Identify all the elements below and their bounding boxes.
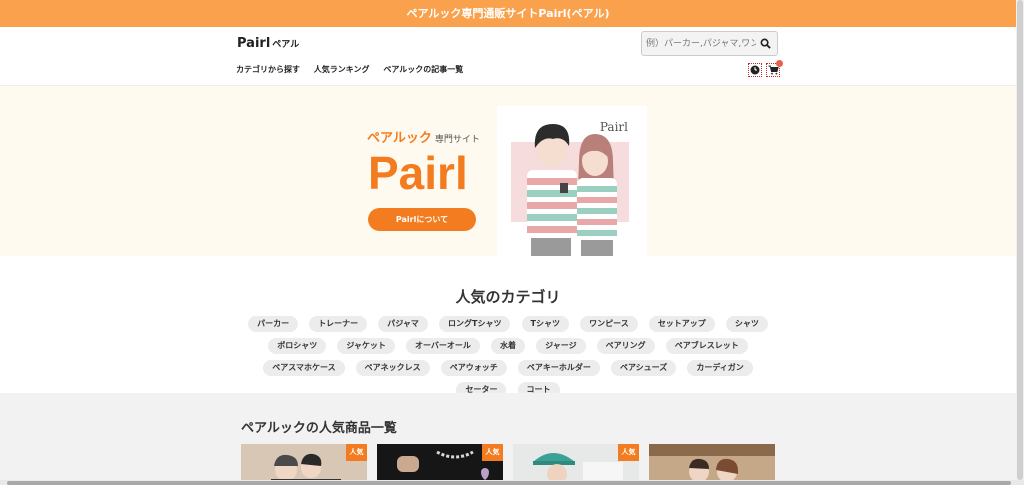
category-chip[interactable]: Tシャツ — [521, 316, 570, 332]
popular-products-section: ペアルックの人気商品一覧 人気 人気 人気 — [0, 393, 1016, 480]
cart-button[interactable] — [766, 60, 783, 77]
hero-banner: ペアルック 専門サイト Pairl Pairlについて Pairl — [0, 86, 1016, 256]
category-chip[interactable]: パーカー — [248, 316, 299, 332]
hero-illustration: Pairl — [497, 106, 647, 256]
cart-badge — [776, 60, 783, 67]
popular-badge: 人気 — [618, 444, 639, 461]
category-chip[interactable]: パジャマ — [378, 316, 428, 332]
site-logo[interactable]: Pairl ペアル — [237, 36, 299, 51]
history-icon — [750, 65, 760, 75]
hero-tag-small: 専門サイト — [434, 135, 480, 145]
popular-title: ペアルックの人気商品一覧 — [241, 421, 397, 436]
page: ペアルック専門通販サイトPairl(ペアル) Pairlペアル カテゴリから探す… — [0, 0, 1016, 480]
vertical-scroll-thumb[interactable] — [1017, 0, 1023, 480]
product-card[interactable]: 人気 — [513, 444, 639, 480]
category-chip[interactable]: セットアップ — [648, 316, 715, 332]
nav-articles[interactable]: ペアルックの記事一覧 — [383, 65, 463, 74]
history-button[interactable] — [748, 63, 762, 77]
product-image — [649, 444, 775, 480]
product-card[interactable]: 人気 — [241, 444, 367, 480]
category-chip[interactable]: 水着 — [491, 338, 526, 354]
category-chip[interactable]: ペアリング — [596, 338, 655, 354]
vertical-scrollbar[interactable] — [1016, 0, 1024, 480]
hero-tagline: ペアルック 専門サイト — [367, 127, 480, 146]
category-chip[interactable]: トレーナー — [309, 316, 368, 332]
category-title: 人気のカテゴリ — [455, 288, 561, 306]
popular-badge: 人気 — [482, 444, 503, 461]
category-chip[interactable]: ペアネックレス — [355, 360, 430, 376]
site-header: Pairlペアル カテゴリから探す 人気ランキング ペアルックの記事一覧 — [0, 27, 1016, 86]
search-box — [641, 31, 778, 56]
category-chip[interactable]: カーディガン — [687, 360, 753, 376]
announcement-bar: ペアルック専門通販サイトPairl(ペアル) — [0, 0, 1016, 27]
horizontal-scroll-thumb[interactable] — [7, 481, 1011, 485]
category-chip[interactable]: ワンピース — [580, 316, 638, 332]
category-chip[interactable]: ジャージ — [536, 338, 586, 354]
category-chip[interactable]: ペアシューズ — [610, 360, 677, 376]
about-pairl-button[interactable]: Pairlについて — [368, 208, 476, 231]
logo-sub: ペアル — [272, 40, 300, 50]
category-chip[interactable]: シャツ — [725, 316, 768, 332]
hero-title: Pairl — [368, 147, 468, 199]
hero-image-brand: Pairl — [599, 120, 628, 134]
category-chip[interactable]: オーバーオール — [406, 338, 480, 354]
category-chip[interactable]: ロングTシャツ — [438, 316, 511, 332]
category-chip[interactable]: ペアスマホケース — [263, 360, 345, 376]
category-chip[interactable]: ペアキーホルダー — [517, 360, 600, 376]
search-input[interactable] — [646, 35, 756, 52]
hero-tag-main: ペアルック — [367, 131, 432, 146]
category-chip[interactable]: ペアウォッチ — [440, 360, 507, 376]
category-chip[interactable]: ペアブレスレット — [665, 338, 748, 354]
nav-category[interactable]: カテゴリから探す — [236, 65, 300, 74]
horizontal-scrollbar[interactable] — [0, 480, 1016, 485]
product-card[interactable]: 人気 — [377, 444, 503, 480]
main-nav: カテゴリから探す 人気ランキング ペアルックの記事一覧 — [236, 64, 474, 75]
logo-text: Pairl — [237, 36, 271, 51]
nav-ranking[interactable]: 人気ランキング — [314, 65, 370, 74]
category-chip[interactable]: ポロシャツ — [268, 338, 327, 354]
product-card[interactable] — [649, 444, 775, 480]
search-icon[interactable] — [760, 38, 771, 49]
popular-badge: 人気 — [346, 444, 367, 461]
category-chips: パーカー トレーナー パジャマ ロングTシャツ Tシャツ ワンピース セットアッ… — [240, 316, 776, 404]
category-chip[interactable]: ジャケット — [337, 338, 395, 354]
